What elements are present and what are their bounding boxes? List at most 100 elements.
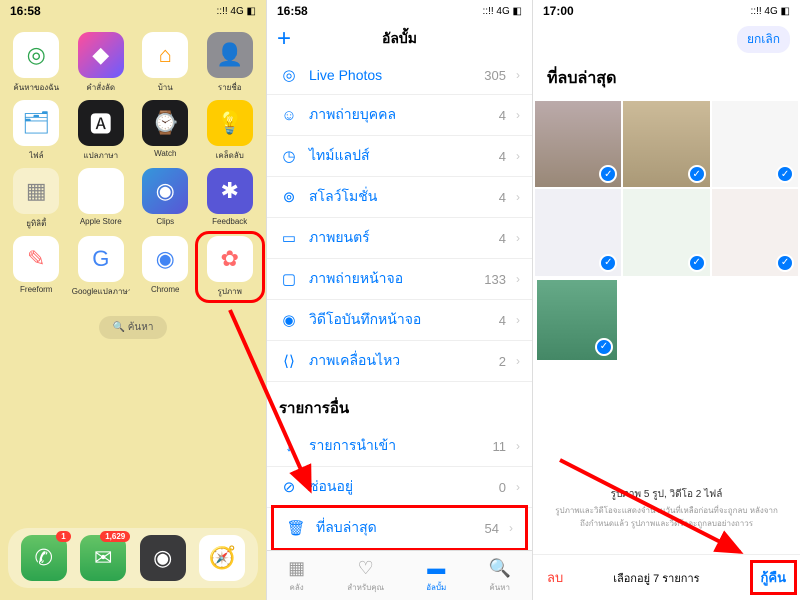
row-label: ภาพถ่ายบุคคล (309, 104, 489, 126)
dock-app[interactable]: ◉ (140, 535, 186, 581)
check-icon: ✓ (688, 165, 706, 183)
app-icon: ◉ (142, 168, 188, 214)
tab-อัลบั้ม[interactable]: ▬อัลบั้ม (426, 558, 446, 594)
app-Apple Store[interactable]: Apple Store (71, 168, 132, 230)
album-row[interactable]: ☺ภาพถ่ายบุคคล4› (267, 95, 532, 136)
app-Clips[interactable]: ◉ Clips (135, 168, 196, 230)
row-count: 305 (484, 68, 506, 83)
album-row[interactable]: ⊘ซ่อนอยู่0› (267, 467, 532, 508)
signal: ::!! 4G ◧ (217, 6, 256, 17)
photo-thumb[interactable]: ✓ (623, 101, 709, 187)
status-bar: 17:00 ::!! 4G ◧ (533, 0, 800, 22)
info-subtitle: รูปภาพและวิดีโอจะแสดงจำนวนวันที่เหลือก่อ… (553, 504, 780, 530)
row-icon: ▢ (279, 269, 299, 289)
tab-bar: ▦คลัง ♡สำหรับคุณ ▬อัลบั้ม 🔍 ค้นหา (267, 550, 532, 600)
add-button[interactable]: + (277, 25, 291, 53)
tab-สำหรับคุณ[interactable]: ♡สำหรับคุณ (347, 558, 384, 594)
recover-button[interactable]: กู้คืน (750, 560, 797, 595)
row-count: 4 (499, 108, 506, 123)
album-row[interactable]: ▭ภาพยนตร์4› (267, 218, 532, 259)
tab-label: ค้นหา (489, 581, 510, 594)
app-คำสั่งลัด[interactable]: ◆คำสั่งลัด (71, 32, 132, 94)
app-ค้นหาของฉัน[interactable]: ◎ค้นหาของฉัน (6, 32, 67, 94)
row-label: ภาพเคลื่อนไหว (309, 350, 489, 372)
app-เคล็ดลับ[interactable]: 💡เคล็ดลับ (200, 100, 261, 162)
album-row[interactable]: ◷ไทม์แลปส์4› (267, 136, 532, 177)
app-รูปภาพ[interactable]: ✿รูปภาพ (195, 231, 266, 303)
tab-คลัง[interactable]: ▦คลัง (288, 558, 305, 594)
album-row[interactable]: 🗑ที่ลบล่าสุด54› (271, 505, 528, 551)
row-icon: ☺ (279, 105, 299, 125)
row-label: ที่ลบล่าสุด (316, 517, 475, 539)
app-บ้าน[interactable]: ⌂บ้าน (135, 32, 196, 94)
app-icon: ◉ (142, 236, 188, 282)
recently-deleted-pane: 17:00 ::!! 4G ◧ ยกเลิก ที่ลบล่าสุด ✓ ✓ ✓… (533, 0, 800, 600)
app-Googleแปลภาษา[interactable]: GGoogleแปลภาษา (71, 236, 132, 298)
row-icon: ↓ (279, 436, 299, 456)
row-label: ภาพยนตร์ (309, 227, 489, 249)
photo-thumb[interactable]: ✓ (712, 189, 798, 275)
app-label: รายชื่อ (218, 81, 242, 94)
photo-thumb[interactable]: ✓ (535, 189, 621, 275)
row-count: 4 (499, 313, 506, 328)
app-แปลภาษา[interactable]: 🅰แปลภาษา (71, 100, 132, 162)
video-thumb[interactable]: ✓ (537, 280, 617, 360)
badge: 1,629 (100, 531, 130, 542)
app-ยูทิลิตี้[interactable]: ▦ยูทิลิตี้ (6, 168, 67, 230)
delete-button[interactable]: ลบ (547, 567, 563, 588)
app-รายชื่อ[interactable]: 👤รายชื่อ (200, 32, 261, 94)
app-Chrome[interactable]: ◉ Chrome (135, 236, 196, 298)
app-Freeform[interactable]: ✎Freeform (6, 236, 67, 298)
album-row[interactable]: ↓รายการนำเข้า11› (267, 426, 532, 467)
nav-title: อัลบั้ม (267, 28, 532, 50)
row-label: Live Photos (309, 67, 474, 83)
app-label: Clips (156, 217, 174, 226)
app-icon: ✱ (207, 168, 253, 214)
chevron-icon: › (516, 190, 520, 204)
tab-icon: 🔍 (488, 558, 510, 579)
check-icon: ✓ (688, 254, 706, 272)
app-ไฟล์[interactable]: 🗂ไฟล์ (6, 100, 67, 162)
photo-thumb[interactable]: ✓ (712, 101, 798, 187)
app-Feedback[interactable]: ✱Feedback (200, 168, 261, 230)
check-icon: ✓ (599, 165, 617, 183)
tab-label: สำหรับคุณ (347, 581, 384, 594)
photo-thumb[interactable]: ✓ (623, 189, 709, 275)
tab-ค้นหา[interactable]: 🔍 ค้นหา (488, 558, 510, 594)
album-row[interactable]: ▢ภาพถ่ายหน้าจอ133› (267, 259, 532, 300)
cancel-button[interactable]: ยกเลิก (737, 26, 790, 53)
dock: ✆1 ✉1,629 ◉ 🧭 (8, 528, 258, 588)
utilities-list: ↓รายการนำเข้า11›⊘ซ่อนอยู่0›🗑ที่ลบล่าสุด5… (267, 426, 532, 551)
time: 17:00 (543, 4, 574, 18)
row-count: 4 (499, 231, 506, 246)
chevron-icon: › (516, 480, 520, 494)
app-label: Apple Store (80, 217, 122, 226)
album-row[interactable]: ◎Live Photos305› (267, 56, 532, 95)
app-icon: ⌂ (142, 32, 188, 78)
row-icon: ▭ (279, 228, 299, 248)
album-row[interactable]: ⊚สโลว์โมชั่น4› (267, 177, 532, 218)
dock-app[interactable]: ✉1,629 (80, 535, 126, 581)
bottom-toolbar: ลบ เลือกอยู่ 7 รายการ กู้คืน (533, 554, 800, 600)
dock-app[interactable]: ✆1 (21, 535, 67, 581)
row-icon: ⊘ (279, 477, 299, 497)
signal: ::!! 4G ◧ (483, 6, 522, 17)
nav-bar: ยกเลิก (533, 22, 800, 56)
row-icon: ⊚ (279, 187, 299, 207)
app-label: ไฟล์ (29, 149, 44, 162)
dock-app[interactable]: 🧭 (199, 535, 245, 581)
app-label: Freeform (20, 285, 52, 294)
section-header: รายการอื่น (267, 382, 532, 426)
app-Watch[interactable]: ⌚Watch (135, 100, 196, 162)
album-row[interactable]: ⟨⟩ภาพเคลื่อนไหว2› (267, 341, 532, 382)
check-icon: ✓ (776, 165, 794, 183)
album-row[interactable]: ◉วิดีโอบันทึกหน้าจอ4› (267, 300, 532, 341)
app-label: คำสั่งลัด (86, 81, 115, 94)
home-screen-pane: 16:58 ::!! 4G ◧ ◎ค้นหาของฉัน◆คำสั่งลัด⌂บ… (0, 0, 266, 600)
row-count: 4 (499, 149, 506, 164)
selection-count: เลือกอยู่ 7 รายการ (613, 569, 699, 587)
photo-thumb[interactable]: ✓ (535, 101, 621, 187)
spotlight-search[interactable]: 🔍 ค้นหา (99, 316, 168, 339)
app-label: Chrome (151, 285, 179, 294)
row-icon: ⟨⟩ (279, 351, 299, 371)
